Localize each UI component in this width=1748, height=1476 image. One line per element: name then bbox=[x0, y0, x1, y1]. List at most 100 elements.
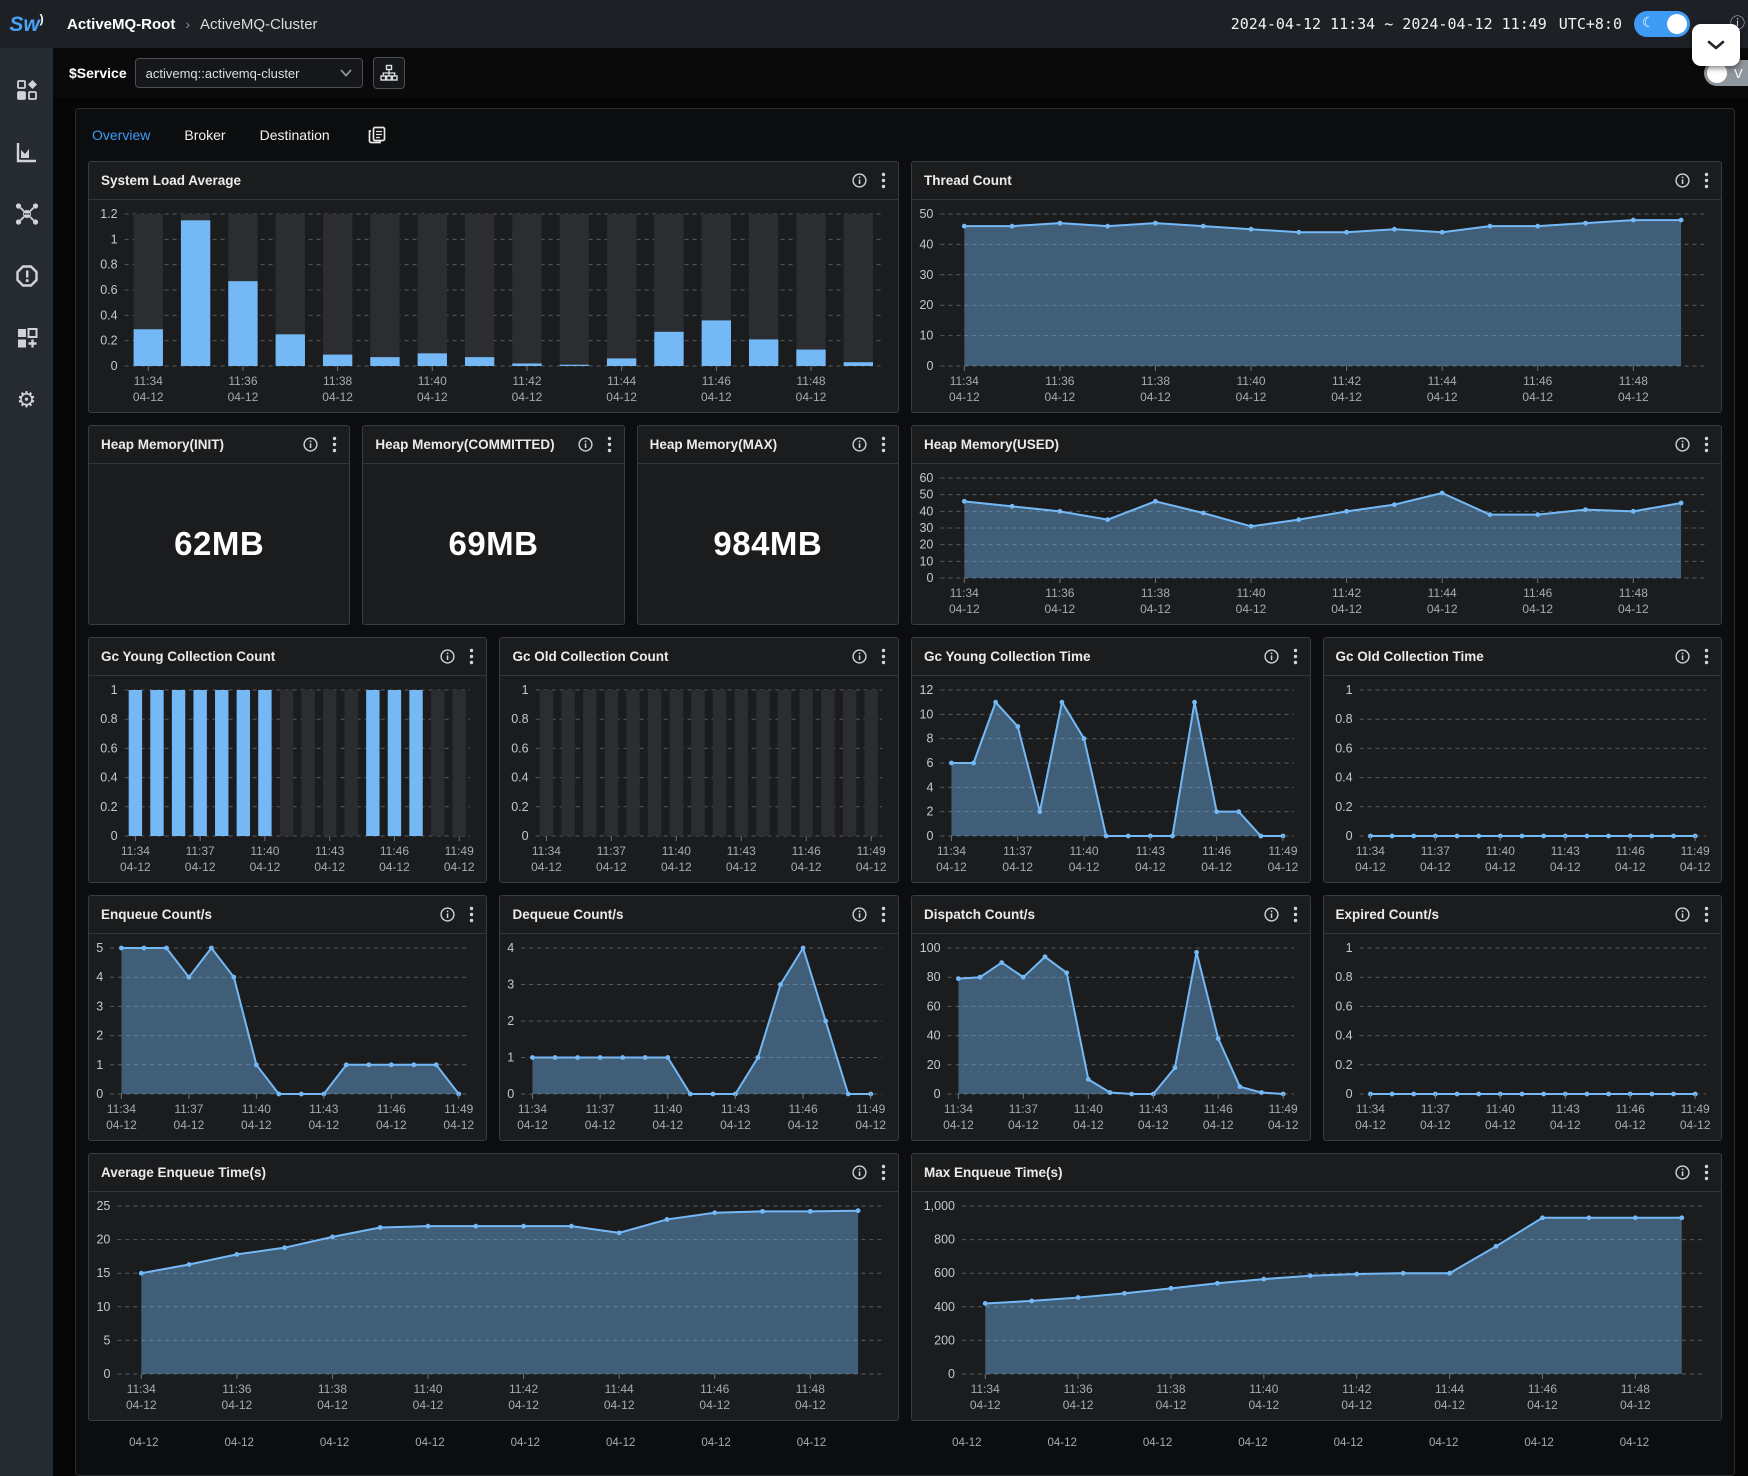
info-icon[interactable] bbox=[1675, 907, 1690, 922]
svg-text:11:46: 11:46 bbox=[792, 844, 821, 858]
kebab-menu-icon[interactable] bbox=[1704, 1164, 1709, 1181]
avg-enqueue-time-chart: 051015202511:3404-1211:3604-1211:3804-12… bbox=[89, 1192, 898, 1420]
breadcrumb-current[interactable]: ActiveMQ-Cluster bbox=[200, 16, 318, 33]
svg-text:11:38: 11:38 bbox=[1141, 586, 1170, 600]
kebab-menu-icon[interactable] bbox=[1293, 906, 1298, 923]
kebab-menu-icon[interactable] bbox=[881, 648, 886, 665]
kebab-menu-icon[interactable] bbox=[1293, 648, 1298, 665]
svg-text:04-12: 04-12 bbox=[1331, 602, 1362, 616]
info-icon[interactable] bbox=[440, 907, 455, 922]
info-icon[interactable] bbox=[852, 1165, 867, 1180]
info-icon[interactable] bbox=[1675, 649, 1690, 664]
sidebar-item-metrics[interactable] bbox=[0, 132, 53, 172]
svg-text:04-12: 04-12 bbox=[796, 390, 827, 404]
time-range[interactable]: 2024-04-12 11:34 ~ 2024-04-12 11:49 bbox=[1231, 15, 1547, 33]
clipped-xaxis-strip: 04-1204-1204-1204-1204-1204-1204-1204-12 bbox=[911, 1433, 1722, 1467]
kebab-menu-icon[interactable] bbox=[881, 436, 886, 453]
info-icon[interactable] bbox=[578, 437, 593, 452]
svg-text:04-12: 04-12 bbox=[376, 1118, 407, 1132]
info-icon[interactable] bbox=[440, 649, 455, 664]
kebab-menu-icon[interactable] bbox=[881, 906, 886, 923]
sitemap-icon bbox=[380, 64, 398, 82]
dispatch-chart: 02040608010011:3404-1211:3704-1211:4004-… bbox=[912, 934, 1310, 1140]
svg-text:80: 80 bbox=[927, 970, 941, 984]
kebab-menu-icon[interactable] bbox=[469, 648, 474, 665]
kebab-menu-icon[interactable] bbox=[1704, 436, 1709, 453]
sidebar-item-alerting[interactable] bbox=[0, 256, 53, 296]
svg-text:0.6: 0.6 bbox=[1335, 999, 1352, 1013]
svg-text:04-12: 04-12 bbox=[1679, 1118, 1710, 1132]
svg-text:200: 200 bbox=[934, 1333, 955, 1347]
collapse-header-button[interactable] bbox=[1692, 24, 1740, 66]
info-icon[interactable] bbox=[303, 437, 318, 452]
svg-text:04-12: 04-12 bbox=[413, 1398, 444, 1412]
svg-text:04-12: 04-12 bbox=[228, 390, 259, 404]
svg-text:11:34: 11:34 bbox=[134, 374, 163, 388]
service-select[interactable]: activemq::activemq-cluster bbox=[135, 58, 363, 88]
moon-icon: ☾ bbox=[1642, 14, 1655, 31]
skywalking-logo[interactable]: Sw) bbox=[0, 12, 53, 37]
dark-mode-toggle[interactable]: ☾ bbox=[1634, 11, 1690, 37]
svg-text:04-12: 04-12 bbox=[970, 1398, 1001, 1412]
clipped-date-label: 04-12 bbox=[701, 1437, 730, 1449]
svg-text:11:36: 11:36 bbox=[1045, 586, 1074, 600]
kebab-menu-icon[interactable] bbox=[469, 906, 474, 923]
kebab-menu-icon[interactable] bbox=[1704, 172, 1709, 189]
svg-text:11:46: 11:46 bbox=[1615, 844, 1644, 858]
svg-text:0: 0 bbox=[1345, 829, 1352, 843]
svg-text:04-12: 04-12 bbox=[417, 390, 448, 404]
card-title: Thread Count bbox=[924, 173, 1012, 188]
info-icon[interactable] bbox=[852, 649, 867, 664]
card-title: Heap Memory(USED) bbox=[924, 437, 1059, 452]
kebab-menu-icon[interactable] bbox=[881, 1164, 886, 1181]
sidebar-item-marketplace[interactable] bbox=[0, 318, 53, 358]
svg-text:11:48: 11:48 bbox=[796, 1382, 825, 1396]
sidebar-item-settings[interactable]: ⚙ bbox=[0, 380, 53, 420]
card-title: Gc Old Collection Count bbox=[512, 649, 668, 664]
info-icon[interactable] bbox=[852, 173, 867, 188]
svg-text:11:43: 11:43 bbox=[721, 1102, 750, 1116]
kebab-menu-icon[interactable] bbox=[881, 172, 886, 189]
service-topology-button[interactable] bbox=[373, 57, 405, 89]
tab-broker[interactable]: Broker bbox=[184, 127, 225, 143]
svg-text:3: 3 bbox=[96, 999, 103, 1013]
svg-text:0: 0 bbox=[934, 1087, 941, 1101]
tab-destination[interactable]: Destination bbox=[260, 127, 330, 143]
kebab-menu-icon[interactable] bbox=[1704, 906, 1709, 923]
info-icon[interactable] bbox=[1675, 173, 1690, 188]
info-icon[interactable] bbox=[1675, 437, 1690, 452]
info-icon[interactable] bbox=[852, 907, 867, 922]
info-icon[interactable] bbox=[1675, 1165, 1690, 1180]
svg-text:600: 600 bbox=[934, 1266, 955, 1280]
svg-text:04-12: 04-12 bbox=[443, 1118, 474, 1132]
svg-text:11:43: 11:43 bbox=[1550, 1102, 1579, 1116]
kebab-menu-icon[interactable] bbox=[607, 436, 612, 453]
svg-text:11:36: 11:36 bbox=[222, 1382, 251, 1396]
sidebar-item-dashboards[interactable] bbox=[0, 70, 53, 110]
svg-text:1: 1 bbox=[111, 683, 118, 697]
info-icon[interactable] bbox=[1264, 907, 1279, 922]
svg-text:04-12: 04-12 bbox=[653, 1118, 684, 1132]
breadcrumb-root[interactable]: ActiveMQ-Root bbox=[67, 16, 175, 33]
svg-text:04-12: 04-12 bbox=[585, 1118, 616, 1132]
card-title: Heap Memory(INIT) bbox=[101, 437, 224, 452]
kebab-menu-icon[interactable] bbox=[332, 436, 337, 453]
svg-text:1: 1 bbox=[111, 232, 118, 246]
svg-text:20: 20 bbox=[919, 538, 933, 552]
sidebar-item-topology[interactable] bbox=[0, 194, 53, 234]
info-icon[interactable] bbox=[1264, 649, 1279, 664]
svg-text:11:42: 11:42 bbox=[1342, 1382, 1371, 1396]
clipped-date-label: 04-12 bbox=[225, 1437, 254, 1449]
svg-text:04-12: 04-12 bbox=[1427, 602, 1458, 616]
svg-text:8: 8 bbox=[926, 732, 933, 746]
card-title: Enqueue Count/s bbox=[101, 907, 212, 922]
kebab-menu-icon[interactable] bbox=[1704, 648, 1709, 665]
svg-text:11:43: 11:43 bbox=[309, 1102, 338, 1116]
info-icon[interactable] bbox=[852, 437, 867, 452]
tab-overview[interactable]: Overview bbox=[92, 127, 150, 143]
svg-text:60: 60 bbox=[919, 471, 933, 485]
chevron-down-icon bbox=[1707, 40, 1725, 50]
svg-text:04-12: 04-12 bbox=[791, 860, 822, 874]
copy-dashboard-button[interactable] bbox=[368, 126, 386, 144]
top-bar: Sw) ActiveMQ-Root › ActiveMQ-Cluster 202… bbox=[0, 0, 1748, 48]
